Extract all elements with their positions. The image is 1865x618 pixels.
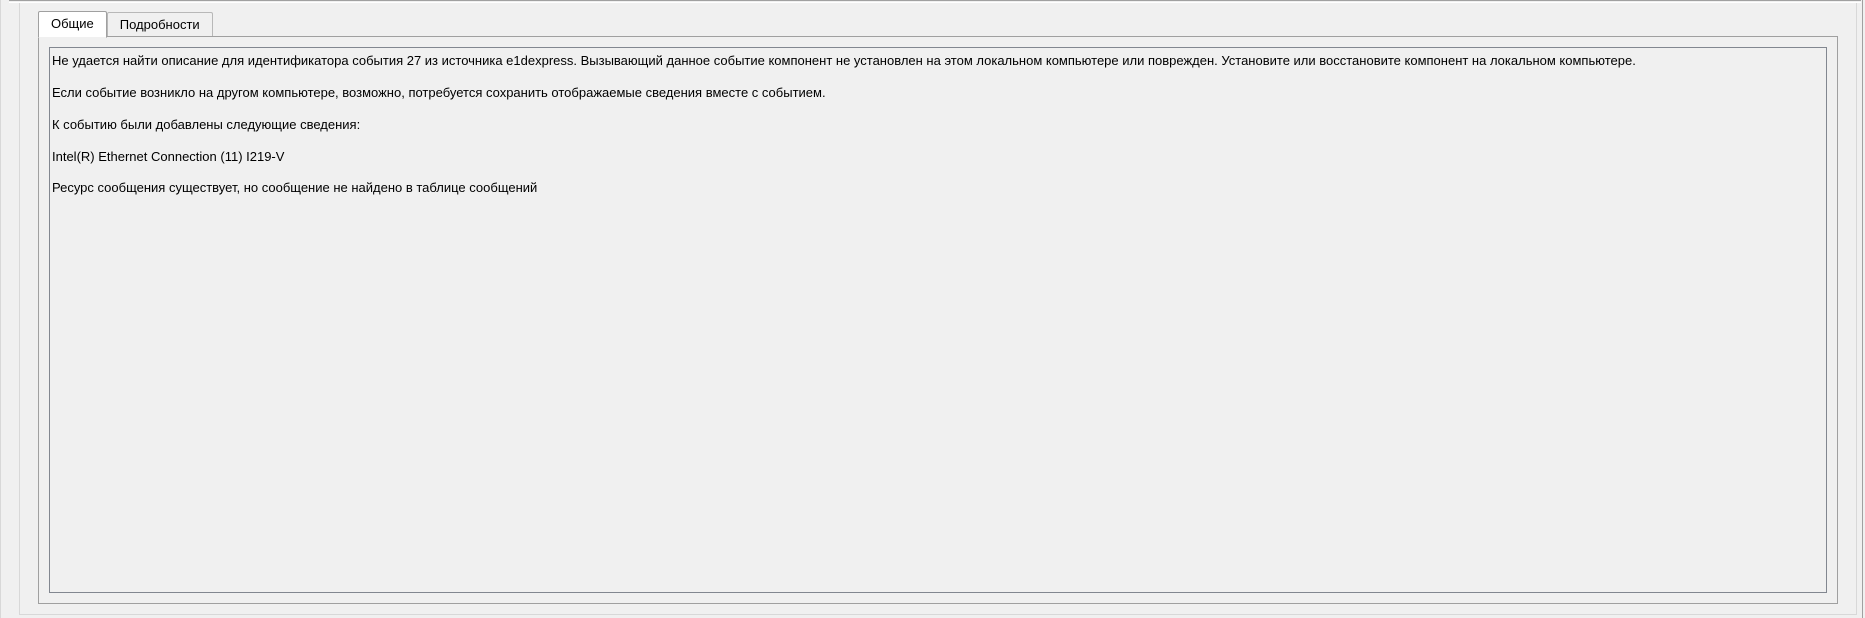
- event-description-line: Intel(R) Ethernet Connection (11) I219-V: [52, 148, 1824, 167]
- event-details-panel: Общие Подробности Не удается найти описа…: [19, 3, 1857, 615]
- tab-content-general: Не удается найти описание для идентифика…: [38, 36, 1838, 604]
- event-description-line: Если событие возникло на другом компьюте…: [52, 84, 1824, 103]
- tabs-row: Общие Подробности: [38, 11, 1838, 37]
- event-description-line: К событию были добавлены следующие сведе…: [52, 116, 1824, 135]
- tab-general[interactable]: Общие: [38, 11, 107, 38]
- event-description-line: Ресурс сообщения существует, но сообщени…: [52, 179, 1824, 198]
- tab-details[interactable]: Подробности: [107, 12, 213, 37]
- event-details-frame: Общие Подробности Не удается найти описа…: [0, 0, 1865, 618]
- event-description-line: Не удается найти описание для идентифика…: [52, 52, 1824, 71]
- event-description-textbox[interactable]: Не удается найти описание для идентифика…: [49, 47, 1827, 593]
